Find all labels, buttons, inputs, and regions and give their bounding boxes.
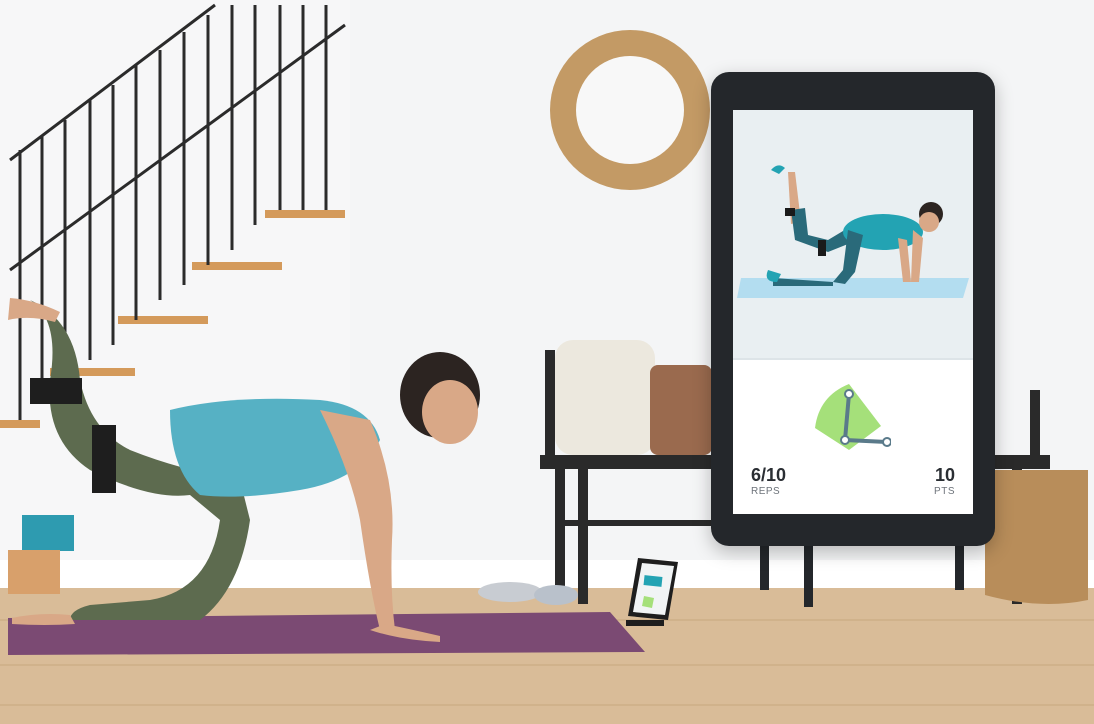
yoga-block-blue (22, 515, 74, 551)
exercise-illustration (733, 110, 973, 360)
points-value: 10 (934, 465, 955, 485)
screen-divider (733, 358, 973, 360)
phone-gauge-icon (642, 596, 654, 608)
knit-pillow (555, 340, 655, 455)
phone-stand (626, 620, 664, 626)
baseboard (0, 560, 1094, 588)
bird-dog-exercise-figure (737, 165, 969, 298)
phone-device (626, 558, 678, 626)
phone-figure-icon (643, 575, 663, 587)
tablet-device: 6/10 REPS 10 PTS (711, 72, 995, 546)
angle-gauge-icon (815, 384, 891, 450)
tablet-screen: 6/10 REPS 10 PTS (733, 110, 973, 514)
points-label: PTS (934, 486, 955, 497)
sneaker-right (534, 585, 578, 605)
wicker-basket (985, 470, 1088, 604)
yoga-block-cork (8, 550, 60, 594)
living-room-scene: 6/10 REPS 10 PTS (0, 0, 1094, 724)
points-counter: 10 PTS (934, 465, 955, 498)
reps-counter: 6/10 REPS (751, 465, 786, 498)
leather-bag (650, 365, 712, 455)
reps-label: REPS (751, 486, 781, 497)
sneaker-left (478, 582, 542, 602)
mirror-glass (576, 56, 684, 164)
reps-value: 6/10 (751, 465, 787, 485)
